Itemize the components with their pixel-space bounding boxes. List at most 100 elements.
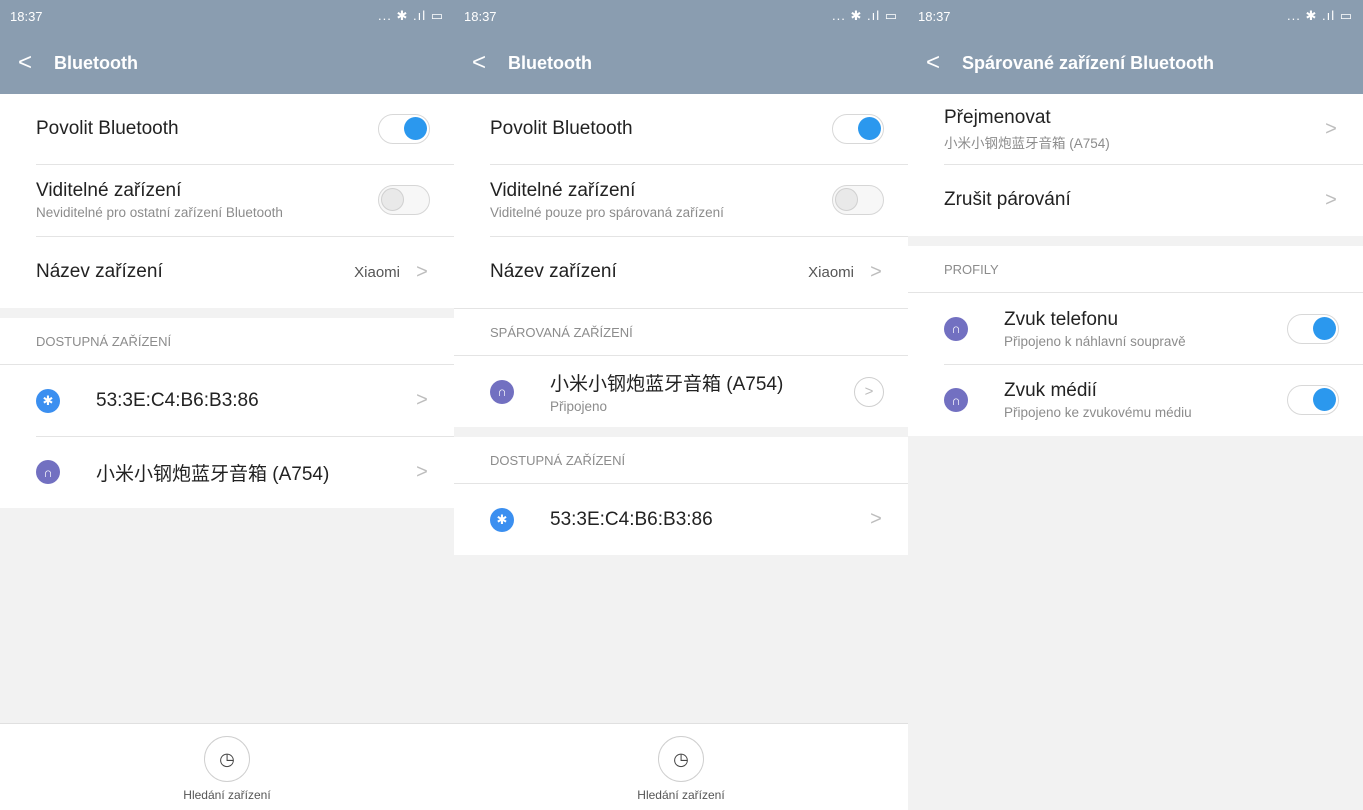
device-name-label: Název zařízení [490,261,617,282]
device-label: 53:3E:C4:B6:B3:86 [550,508,713,530]
profile-toggle[interactable] [1287,385,1339,415]
unpair-row[interactable]: Zrušit párování > [908,164,1363,236]
clock: 18:37 [918,8,951,24]
toggle-knob [1313,388,1336,411]
page-title: Bluetooth [508,52,592,73]
profile-row[interactable]: ∩ Zvuk telefonu Připojeno k náhlavní sou… [908,292,1363,364]
divider [908,236,1363,246]
rename-label: Přejmenovat [944,106,1051,128]
clock-icon: ◷ [673,748,689,769]
back-chevron-icon[interactable]: < [472,49,508,77]
paired-device-label: 小米小钢炮蓝牙音箱 (A754) [550,374,784,395]
headphones-icon: ∩ [36,460,60,484]
chevron-right-icon: > [416,460,428,483]
profile-label: Zvuk telefonu [1004,308,1119,330]
settings-section: Povolit Bluetooth Viditelné zařízení Vid… [454,94,908,308]
profile-row[interactable]: ∩ Zvuk médií Připojeno ke zvukovému médi… [908,364,1363,436]
unpair-label: Zrušit párování [944,189,1071,210]
rename-sub: 小米小钢炮蓝牙音箱 (A754) [944,135,1110,151]
device-row[interactable]: ∩ 小米小钢炮蓝牙音箱 (A754) > [0,436,454,508]
headphones-icon: ∩ [944,316,968,341]
screen-2: 18:37 ... ✱ .ıl ▭ < Bluetooth Povolit Bl… [454,0,908,810]
toggle-knob [1313,316,1336,340]
clock: 18:37 [10,8,43,24]
scan-bar: ◷ Hledání zařízení [0,723,454,810]
headphones-icon: ∩ [944,388,968,412]
chevron-right-icon: > [1325,117,1337,140]
profile-sub: Připojeno ke zvukovému médiu [1004,405,1192,420]
available-devices-section: DOSTUPNÁ ZAŘÍZENÍ ✱ 53:3E:C4:B6:B3:86 > [454,437,908,555]
chevron-right-icon: > [870,260,882,283]
available-devices-header: DOSTUPNÁ ZAŘÍZENÍ [0,318,454,364]
enable-bluetooth-row[interactable]: Povolit Bluetooth [454,94,908,164]
chevron-right-icon: > [1325,188,1337,211]
title-bar: < Bluetooth [0,32,454,94]
chevron-right-icon: > [870,508,882,530]
screen-1: 18:37 ... ✱ .ıl ▭ < Bluetooth Povolit Bl… [0,0,454,810]
scan-button[interactable]: ◷ [204,736,250,782]
profile-toggle[interactable] [1287,313,1339,344]
page-title: Spárované zařízení Bluetooth [962,52,1215,73]
profile-sub: Připojeno k náhlavní soupravě [1004,333,1186,349]
available-devices-header: DOSTUPNÁ ZAŘÍZENÍ [454,437,908,483]
chevron-right-icon: > [416,260,428,283]
enable-bluetooth-label: Povolit Bluetooth [490,118,633,139]
toggle-knob [858,117,881,140]
device-name-row[interactable]: Název zařízení Xiaomi > [454,236,908,308]
clock: 18:37 [464,8,497,24]
title-bar: < Bluetooth [454,32,908,94]
scan-label: Hledání zařízení [183,788,271,802]
title-bar: < Spárované zařízení Bluetooth [908,32,1363,94]
chevron-right-icon: > [416,389,428,411]
device-label: 小米小钢炮蓝牙音箱 (A754) [96,463,330,485]
enable-bluetooth-toggle[interactable] [832,114,884,144]
visible-device-toggle[interactable] [378,185,430,215]
status-icons: ... ✱ .ıl ▭ [1287,8,1353,23]
enable-bluetooth-toggle[interactable] [378,114,430,144]
device-label: 53:3E:C4:B6:B3:86 [96,389,259,411]
bluetooth-icon: ✱ [490,507,514,532]
scan-label: Hledání zařízení [637,788,725,802]
settings-section: Povolit Bluetooth Viditelné zařízení Nev… [0,94,454,308]
visible-device-sub: Neviditelné pro ostatní zařízení Bluetoo… [36,205,283,220]
visible-device-sub: Viditelné pouze pro spárovaná zařízení [490,205,724,220]
rename-row[interactable]: Přejmenovat 小米小钢炮蓝牙音箱 (A754) > [908,94,1363,164]
status-bar: 18:37 ... ✱ .ıl ▭ [908,0,1363,32]
visible-device-row[interactable]: Viditelné zařízení Viditelné pouze pro s… [454,164,908,236]
screen-3: 18:37 ... ✱ .ıl ▭ < Spárované zařízení B… [908,0,1363,810]
device-name-value: Xiaomi [808,263,854,281]
visible-device-row[interactable]: Viditelné zařízení Neviditelné pro ostat… [0,164,454,236]
paired-device-row[interactable]: ∩ 小米小钢炮蓝牙音箱 (A754) Připojeno > [454,355,908,427]
paired-device-status: Připojeno [550,399,608,414]
toggle-knob [381,188,404,211]
enable-bluetooth-row[interactable]: Povolit Bluetooth [0,94,454,164]
device-name-row[interactable]: Název zařízení Xiaomi > [0,236,454,308]
device-details-button[interactable]: > [854,376,884,407]
status-icons: ... ✱ .ıl ▭ [832,8,898,23]
page-title: Bluetooth [54,52,138,73]
status-bar: 18:37 ... ✱ .ıl ▭ [454,0,908,32]
scan-button[interactable]: ◷ [658,736,704,782]
profiles-section: PROFILY ∩ Zvuk telefonu Připojeno k náhl… [908,246,1363,436]
paired-devices-section: SPÁROVANÁ ZAŘÍZENÍ ∩ 小米小钢炮蓝牙音箱 (A754) Př… [454,308,908,427]
divider [0,308,454,318]
paired-devices-header: SPÁROVANÁ ZAŘÍZENÍ [454,308,908,355]
device-name-label: Název zařízení [36,261,163,282]
clock-icon: ◷ [219,748,235,769]
status-icons: ... ✱ .ıl ▭ [378,8,444,23]
visible-device-toggle[interactable] [832,185,884,215]
divider [454,427,908,437]
toggle-knob [404,117,427,140]
profile-label: Zvuk médií [1004,380,1097,401]
chevron-right-icon: > [864,383,874,400]
headphones-icon: ∩ [490,379,514,404]
bluetooth-icon: ✱ [36,388,60,413]
visible-device-label: Viditelné zařízení [490,180,636,201]
device-row[interactable]: ✱ 53:3E:C4:B6:B3:86 > [0,364,454,436]
status-bar: 18:37 ... ✱ .ıl ▭ [0,0,454,32]
back-chevron-icon[interactable]: < [18,49,54,77]
scan-bar: ◷ Hledání zařízení [454,723,908,810]
available-devices-section: DOSTUPNÁ ZAŘÍZENÍ ✱ 53:3E:C4:B6:B3:86 > … [0,318,454,508]
device-row[interactable]: ✱ 53:3E:C4:B6:B3:86 > [454,483,908,555]
back-chevron-icon[interactable]: < [926,49,962,77]
